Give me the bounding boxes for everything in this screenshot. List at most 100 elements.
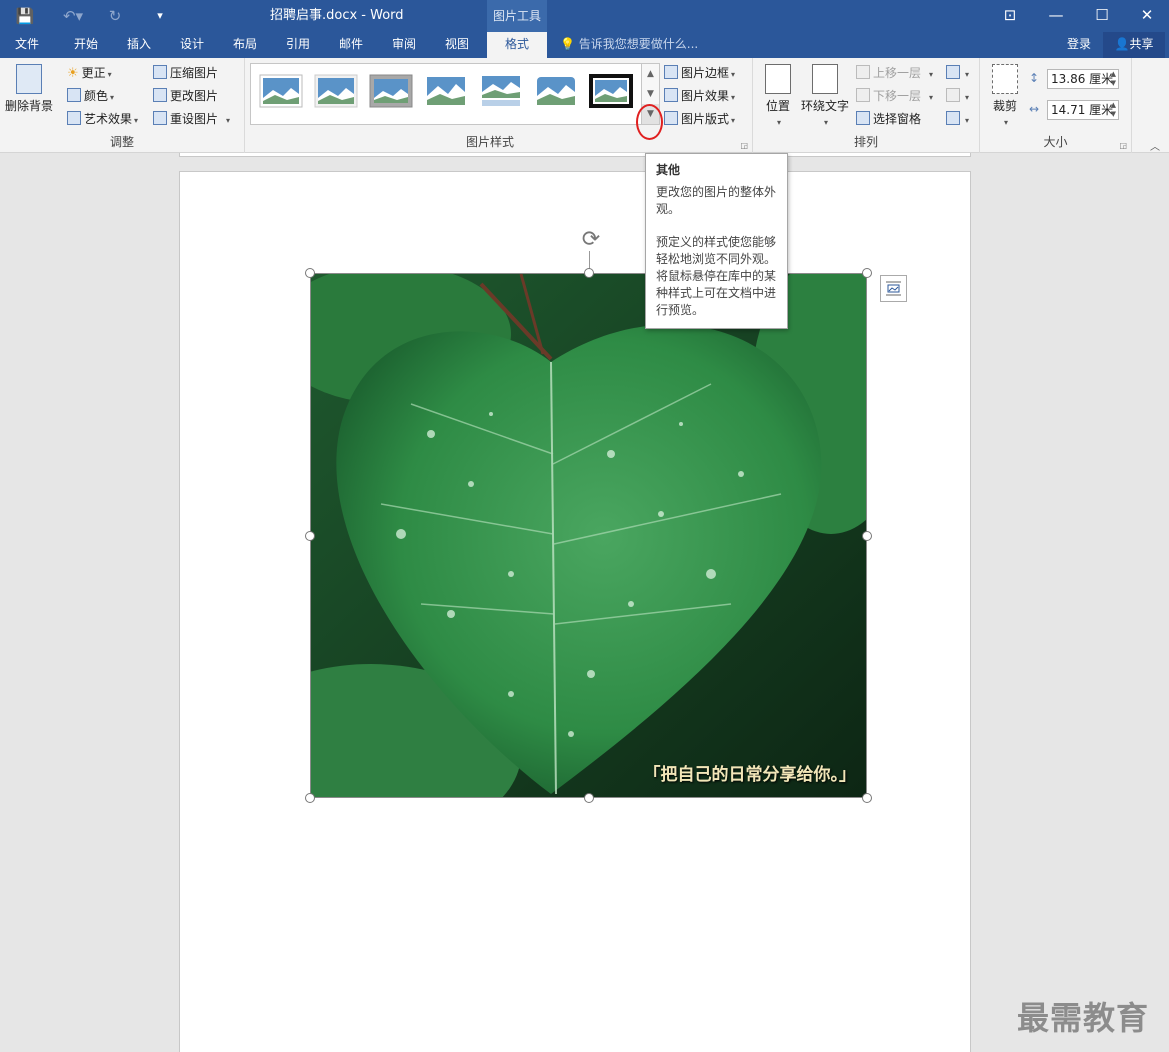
change-picture-button[interactable]: 更改图片 [153,86,218,106]
picture-caption: 「把自己的日常分享给你。」 [643,765,857,785]
height-icon: ↕ [1029,71,1040,85]
reset-picture-button[interactable]: 重设图片 ▾ [153,109,230,129]
chevron-down-icon: ▾ [110,93,115,102]
picture-layout-button[interactable]: 图片版式 ▾ [664,109,735,129]
rotate-button[interactable]: ▾ [946,109,969,129]
picture-border-button[interactable]: 图片边框 ▾ [664,63,735,83]
tab-view[interactable]: 视图 [431,32,483,58]
pen-icon [664,65,678,79]
layout-icon [664,111,678,125]
gallery-scroll-up-icon[interactable]: ▲ [642,64,659,84]
redo-icon[interactable]: ↻ [104,0,126,32]
selected-picture[interactable]: 「把自己的日常分享给你。」 [310,273,867,798]
ribbon-display-options-icon[interactable]: ⊡ [987,0,1033,32]
remove-background-label: 删除背景 [4,99,53,113]
wrap-text-label: 环绕文字 [800,99,849,113]
align-button[interactable]: ▾ [946,63,969,83]
crop-button[interactable]: 裁剪 ▾ [987,64,1023,128]
tell-me-placeholder: 告诉我您想要做什么... [578,37,699,51]
corrections-button[interactable]: ☀ 更正 ▾ [67,63,112,83]
compress-icon [153,65,167,79]
style-thumb-reflected[interactable] [479,74,523,108]
compress-pictures-button[interactable]: 压缩图片 [153,63,218,83]
lightbulb-icon: 💡 [560,37,575,51]
resize-handle-top-left[interactable] [305,268,315,278]
position-label: 位置 [765,99,790,113]
gallery-scroll-down-icon[interactable]: ▼ [642,84,659,104]
resize-handle-bottom-right[interactable] [862,793,872,803]
tab-home[interactable]: 开始 [60,32,112,58]
picture-tools-context-label: 图片工具 [487,0,547,32]
watermark: 最需教育 [1017,999,1150,1037]
minimize-button[interactable]: — [1033,0,1079,32]
style-thumb-soft-edge[interactable] [424,74,468,108]
customize-quick-access-icon[interactable]: ▾ [150,0,170,32]
bring-forward-label: 上移一层 [873,66,922,80]
width-input[interactable]: 14.71 厘米 ▲ ▼ [1047,100,1119,120]
leaf-photo [311,274,866,797]
save-icon[interactable]: 💾 [12,0,38,32]
width-icon: ↔ [1029,102,1040,116]
style-thumb-simple-frame[interactable] [259,74,303,108]
layout-options-button[interactable] [880,275,907,302]
chevron-down-icon: ▾ [1003,118,1008,127]
width-spinner-icon[interactable]: ▲ ▼ [1111,101,1116,119]
group-adjust: 删除背景 ☀ 更正 ▾ 颜色 ▾ 艺术效果 ▾ 压缩图片 更改图片 重设图片 ▾ 调整 [0,58,245,153]
style-thumb-rounded[interactable] [534,74,578,108]
chevron-down-icon: ▾ [965,93,970,102]
color-label: 颜色 [84,89,109,103]
close-button[interactable]: ✕ [1124,0,1169,32]
group-label-size: 大小 [1043,135,1068,149]
share-button[interactable]: 👤共享 [1103,32,1165,58]
tab-insert[interactable]: 插入 [113,32,165,58]
rotate-handle-icon[interactable]: ⟳ [578,227,604,253]
tab-review[interactable]: 审阅 [378,32,430,58]
tab-file[interactable]: 文件 [0,32,54,58]
dialog-launcher-icon[interactable]: ◲ [740,141,748,150]
style-thumb-metal-frame[interactable] [369,74,413,108]
rotate-icon [946,111,960,125]
tab-format[interactable]: 格式 [487,32,547,58]
tab-references[interactable]: 引用 [272,32,324,58]
style-thumb-beveled[interactable] [314,74,358,108]
group-objects-button[interactable]: ▾ [946,86,969,106]
chevron-down-icon: ▾ [731,70,736,79]
bring-forward-button[interactable]: 上移一层 ▾ [856,63,933,83]
resize-handle-left[interactable] [305,531,315,541]
share-label: 共享 [1129,37,1154,51]
height-spinner-icon[interactable]: ▲ ▼ [1111,70,1116,88]
align-icon [946,65,960,79]
width-value: 14.71 厘米 [1051,103,1114,117]
selection-pane-button[interactable]: 选择窗格 [856,109,921,129]
wrap-text-icon [812,64,838,94]
highlight-circle [636,104,663,140]
tab-layout[interactable]: 布局 [219,32,271,58]
height-input[interactable]: 13.86 厘米 ▲ ▼ [1047,69,1119,89]
group-objects-icon [946,88,960,102]
size-dialog-launcher-icon[interactable]: ◲ [1119,141,1127,150]
send-backward-icon [856,88,870,102]
undo-icon[interactable]: ↶▾ [58,0,88,32]
resize-handle-top-right[interactable] [862,268,872,278]
color-button[interactable]: 颜色 ▾ [67,86,114,106]
artistic-effects-button[interactable]: 艺术效果 ▾ [67,109,138,129]
picture-layout-label: 图片版式 [681,112,730,126]
collapse-ribbon-icon[interactable]: ︿ [1150,138,1160,153]
tooltip-more: 其他 更改您的图片的整体外观。 预定义的样式使您能够轻松地浏览不同外观。将鼠标悬… [645,153,788,329]
tell-me-search[interactable]: 💡 告诉我您想要做什么... [560,32,698,56]
resize-handle-right[interactable] [862,531,872,541]
resize-handle-bottom[interactable] [584,793,594,803]
picture-effects-button[interactable]: 图片效果 ▾ [664,86,735,106]
resize-handle-top[interactable] [584,268,594,278]
tab-design[interactable]: 设计 [166,32,218,58]
remove-background-button[interactable]: 删除背景 [3,64,55,114]
wrap-text-button[interactable]: 环绕文字 ▾ [799,64,851,128]
sign-in-link[interactable]: 登录 [1067,32,1091,56]
maximize-button[interactable]: ☐ [1079,0,1125,32]
position-button[interactable]: 位置 ▾ [760,64,796,128]
style-thumb-thick-black-frame[interactable] [589,74,633,108]
resize-handle-bottom-left[interactable] [305,793,315,803]
tab-mailings[interactable]: 邮件 [325,32,377,58]
send-backward-button[interactable]: 下移一层 ▾ [856,86,933,106]
chevron-down-icon: ▾ [134,116,139,125]
